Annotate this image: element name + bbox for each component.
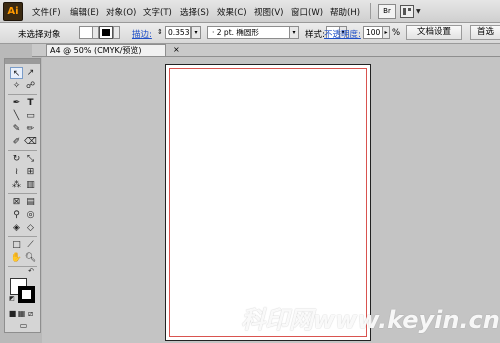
menu-type[interactable]: 文字(T) bbox=[143, 6, 172, 18]
live-paint-selection-tool-icon[interactable]: ◇ bbox=[24, 222, 37, 234]
default-colors-icon[interactable]: ◩ bbox=[7, 295, 17, 303]
menu-edit[interactable]: 编辑(E) bbox=[70, 6, 99, 18]
column-graph-tool-icon[interactable]: ▥ bbox=[24, 179, 37, 191]
zoom-tool-icon[interactable]: 🔍︎ bbox=[24, 252, 37, 264]
blob-brush-tool-icon[interactable]: ✐ bbox=[10, 136, 23, 148]
brush-label: 2 pt. 椭圆形 bbox=[216, 28, 259, 37]
tools-panel: ↖ ↗ ✧ ☍ ✒ T ╲ ▭ ✎ ✏ ✐ ⌫ ↻ ⤡ ≀ ⊞ ⁂ ▥ ⊠ ▤ … bbox=[4, 58, 41, 333]
menu-effect[interactable]: 效果(C) bbox=[217, 6, 247, 18]
hand-tool-icon[interactable]: ✋ bbox=[10, 252, 23, 264]
watermark: 科印网www.keyin.cn bbox=[241, 306, 500, 334]
stroke-dropdown[interactable] bbox=[113, 26, 120, 39]
live-paint-bucket-tool-icon[interactable]: ◈ bbox=[10, 222, 23, 234]
brush-definition-field[interactable]: · 2 pt. 椭圆形 bbox=[207, 26, 297, 39]
menu-select[interactable]: 选择(S) bbox=[180, 6, 209, 18]
bridge-button[interactable]: Br bbox=[378, 4, 396, 19]
rotate-tool-icon[interactable]: ↻ bbox=[10, 153, 23, 165]
magic-wand-tool-icon[interactable]: ✧ bbox=[10, 80, 23, 92]
rectangle-tool-icon[interactable]: ▭ bbox=[24, 110, 37, 122]
gradient-tool-icon[interactable]: ▤ bbox=[24, 196, 37, 208]
document-tab-bar: A4 @ 50% (CMYK/预览) × bbox=[32, 44, 500, 57]
screen-mode-icon[interactable]: ▭ bbox=[17, 320, 30, 332]
stroke-swatch[interactable] bbox=[99, 26, 113, 39]
scale-tool-icon[interactable]: ⤡ bbox=[24, 153, 37, 165]
opacity-dropdown[interactable]: ▸ bbox=[382, 26, 390, 39]
menu-window[interactable]: 窗口(W) bbox=[291, 6, 323, 18]
direct-selection-tool-icon[interactable]: ↗ bbox=[24, 67, 37, 79]
preferences-button[interactable]: 首选 bbox=[470, 25, 500, 40]
brush-dropdown[interactable]: ▾ bbox=[289, 26, 299, 39]
style-label: 样式: bbox=[305, 30, 325, 40]
pencil-tool-icon[interactable]: ✏ bbox=[24, 123, 37, 135]
control-bar: 未选择对象 描边: ⇕ 0.353 ▾ · 2 pt. 椭圆形 ▾ 样式: ▾ bbox=[0, 23, 500, 44]
menu-help[interactable]: 帮助(H) bbox=[330, 6, 360, 18]
type-tool-icon[interactable]: T bbox=[24, 97, 37, 109]
opacity-field[interactable]: 100 bbox=[363, 26, 383, 39]
blend-tool-icon[interactable]: ◎ bbox=[24, 209, 37, 221]
slice-tool-icon[interactable]: ⟋ bbox=[24, 239, 37, 251]
menu-file[interactable]: 文件(F) bbox=[32, 6, 61, 18]
gradient-mode-icon[interactable]: ▦ bbox=[17, 308, 26, 320]
stroke-weight-dropdown[interactable]: ▾ bbox=[191, 26, 201, 39]
menu-object[interactable]: 对象(O) bbox=[106, 6, 136, 18]
opacity-label[interactable]: 不透明度: bbox=[324, 28, 361, 40]
warp-tool-icon[interactable]: ≀ bbox=[10, 166, 23, 178]
stroke-color-box[interactable] bbox=[18, 286, 35, 303]
document-tab-title: A4 @ 50% (CMYK/预览) bbox=[50, 46, 142, 55]
selection-tool-icon[interactable]: ↖ bbox=[10, 67, 23, 79]
menu-view[interactable]: 视图(V) bbox=[254, 6, 283, 18]
lasso-tool-icon[interactable]: ☍ bbox=[24, 80, 37, 92]
document-tab[interactable]: A4 @ 50% (CMYK/预览) bbox=[46, 44, 166, 56]
arrange-documents-icon[interactable] bbox=[400, 5, 414, 18]
bleed-guide bbox=[169, 68, 367, 337]
selection-status: 未选择对象 bbox=[18, 30, 61, 40]
none-mode-icon[interactable]: ⧄ bbox=[26, 308, 35, 320]
paintbrush-tool-icon[interactable]: ✎ bbox=[10, 123, 23, 135]
document-setup-button[interactable]: 文档设置 bbox=[406, 25, 462, 40]
color-mode-icon[interactable]: ■ bbox=[8, 308, 17, 320]
symbol-sprayer-tool-icon[interactable]: ⁂ bbox=[10, 179, 23, 191]
menu-divider bbox=[370, 3, 371, 19]
stepper-icon[interactable]: ⇕ bbox=[157, 28, 163, 36]
menu-bar: Ai 文件(F) 编辑(E) 对象(O) 文字(T) 选择(S) 效果(C) 视… bbox=[0, 0, 500, 23]
fill-swatch[interactable] bbox=[79, 26, 93, 39]
pen-tool-icon[interactable]: ✒ bbox=[10, 97, 23, 109]
artboard-tool-icon[interactable]: □ bbox=[10, 239, 23, 251]
opacity-unit: % bbox=[392, 28, 401, 38]
swap-colors-icon[interactable]: ↶ bbox=[26, 266, 36, 276]
stroke-weight-field[interactable]: 0.353 bbox=[165, 26, 191, 39]
eraser-tool-icon[interactable]: ⌫ bbox=[24, 136, 37, 148]
line-tool-icon[interactable]: ╲ bbox=[10, 110, 23, 122]
fill-dropdown[interactable] bbox=[92, 26, 99, 39]
app-logo: Ai bbox=[3, 2, 23, 21]
eyedropper-tool-icon[interactable]: ⚲ bbox=[10, 209, 23, 221]
panel-grip[interactable] bbox=[5, 59, 40, 64]
close-icon[interactable]: × bbox=[173, 44, 180, 56]
stroke-label[interactable]: 描边: bbox=[132, 28, 152, 40]
free-transform-tool-icon[interactable]: ⊞ bbox=[24, 166, 37, 178]
chevron-down-icon[interactable]: ▼ bbox=[416, 8, 421, 15]
mesh-tool-icon[interactable]: ⊠ bbox=[10, 196, 23, 208]
